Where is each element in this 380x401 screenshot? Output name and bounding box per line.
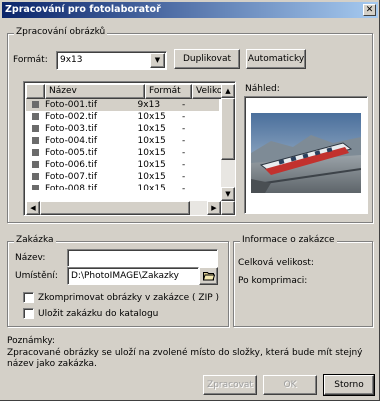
order-info-group-label: Informace o zakázce: [240, 235, 337, 245]
ok-button[interactable]: OK: [263, 375, 317, 395]
preview-image: [251, 113, 361, 193]
zip-checkbox[interactable]: [23, 292, 34, 303]
file-icon: [32, 161, 39, 168]
file-icon: [32, 185, 39, 190]
location-label: Umístění:: [15, 271, 58, 281]
list-item[interactable]: Foto-005.tif 10x15 -: [26, 147, 219, 159]
location-input[interactable]: D:\PhotoIMAGE\Zakazky: [67, 267, 199, 285]
file-icon: [32, 125, 39, 132]
list-item[interactable]: Foto-004.tif 10x15 -: [26, 135, 219, 147]
list-item[interactable]: Foto-001.tif 9x13 -: [26, 99, 219, 111]
auto-button[interactable]: Automaticky: [246, 49, 306, 69]
file-icon: [32, 173, 39, 180]
order-name-label: Název:: [15, 253, 46, 263]
file-icon: [32, 149, 39, 156]
total-size-label: Celková velikost:: [238, 258, 314, 268]
folder-open-icon: [202, 272, 215, 281]
horizontal-scrollbar[interactable]: ◀ ▶: [26, 201, 221, 215]
order-group-label: Zakázka: [14, 235, 56, 245]
format-select[interactable]: 9x13 ▼: [56, 51, 167, 70]
chevron-down-icon[interactable]: ▼: [150, 53, 165, 68]
browse-button[interactable]: [199, 267, 218, 285]
file-list[interactable]: Název Formát Velikost ▲ Foto-001.tif 9x1…: [23, 81, 236, 216]
catalog-checkbox[interactable]: [23, 308, 34, 319]
photolab-dialog: Zpracování pro fotolaboratoř ✕ Zpracován…: [0, 0, 380, 401]
column-header-format[interactable]: Formát: [145, 84, 192, 99]
duplicate-button[interactable]: Duplikovat: [174, 49, 240, 69]
list-item[interactable]: Foto-007.tif 10x15 -: [26, 171, 219, 183]
format-label: Formát:: [13, 55, 48, 65]
preview-panel: [244, 96, 368, 214]
format-select-value: 9x13: [60, 55, 83, 65]
list-item[interactable]: Foto-006.tif 10x15 -: [26, 159, 219, 171]
title-bar[interactable]: Zpracování pro fotolaboratoř ✕: [2, 2, 378, 18]
file-icon: [32, 137, 39, 144]
list-item[interactable]: Foto-002.tif 10x15 -: [26, 111, 219, 123]
scroll-right-icon[interactable]: ▶: [207, 201, 221, 215]
compressed-size-label: Po komprimaci:: [238, 276, 308, 286]
scroll-up-icon[interactable]: ▲: [221, 84, 235, 98]
scroll-left-icon[interactable]: ◀: [26, 201, 40, 215]
window-title: Zpracování pro fotolaboratoř: [5, 4, 161, 15]
cancel-button[interactable]: Storno: [323, 374, 375, 396]
order-name-input[interactable]: [67, 249, 218, 267]
catalog-checkbox-label[interactable]: Uložit zakázku do katalogu: [38, 309, 158, 319]
list-item[interactable]: Foto-008.tif 10x15 -: [26, 183, 219, 190]
preview-label: Náhled:: [245, 84, 280, 94]
close-icon: ✕: [365, 5, 374, 15]
process-button[interactable]: Zpracovat: [203, 375, 257, 395]
vertical-scrollbar[interactable]: ▲ ▼: [221, 84, 235, 201]
notes-label: Poznámky:: [7, 336, 55, 346]
notes-text: Zpracované obrázky se uloží na zvolené m…: [7, 348, 363, 369]
zip-checkbox-label[interactable]: Zkomprimovat obrázky v zakázce ( ZIP ): [38, 293, 219, 303]
processing-group-label: Zpracování obrázků: [14, 27, 108, 37]
scrollbar-corner: [221, 201, 235, 215]
file-icon: [32, 113, 39, 120]
scroll-thumb[interactable]: [40, 201, 190, 215]
column-header-icon[interactable]: [26, 84, 45, 99]
scroll-thumb[interactable]: [221, 98, 235, 160]
file-icon: [32, 101, 39, 108]
file-list-header: Název Formát Velikost ▲: [26, 84, 235, 99]
column-header-name[interactable]: Název: [45, 84, 145, 99]
list-item[interactable]: Foto-003.tif 10x15 -: [26, 123, 219, 135]
scroll-down-icon[interactable]: ▼: [221, 187, 235, 201]
close-button[interactable]: ✕: [363, 4, 376, 16]
